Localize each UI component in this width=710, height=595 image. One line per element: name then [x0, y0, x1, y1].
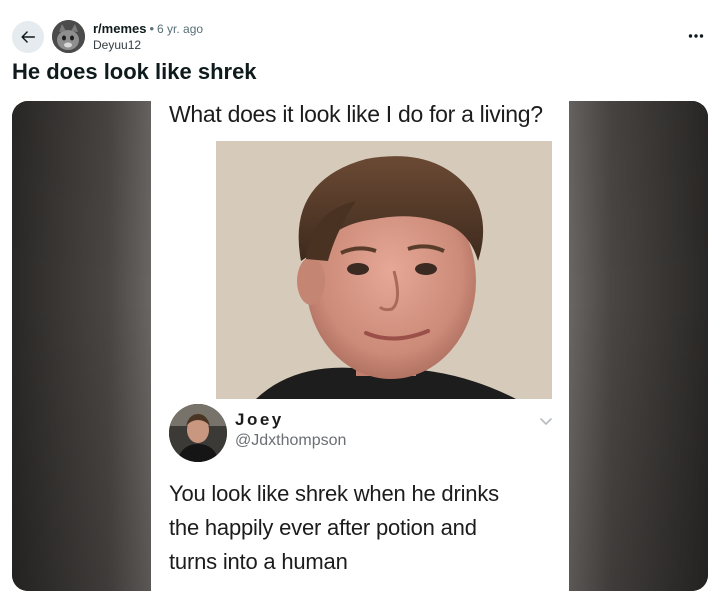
tweet-author-handle: @Jdxthompson — [235, 432, 347, 449]
cat-avatar-image — [52, 20, 85, 53]
chevron-down-icon — [540, 418, 552, 425]
tweet-text-line: turns into a human — [169, 549, 348, 574]
tweet-author-name: Joey — [235, 410, 284, 429]
arrow-left-icon — [21, 31, 36, 43]
subreddit-link[interactable]: r/memes — [93, 21, 146, 36]
post-media[interactable]: What does it look like I do for a living… — [12, 101, 708, 591]
tweet-avatar-illustration — [169, 404, 227, 462]
meta-separator: • — [149, 21, 155, 36]
tweet-author-avatar — [169, 404, 227, 462]
tweet-text: You look like shrek when he drinks the h… — [169, 477, 559, 579]
post-header: r/memes • 6 yr. ago Deyuu12 — [0, 0, 710, 60]
ellipsis-icon — [688, 34, 704, 38]
post-title: He does look like shrek — [12, 59, 257, 84]
selfie-illustration — [216, 141, 552, 399]
selfie-photo — [216, 141, 552, 399]
meme-question-text: What does it look like I do for a living… — [169, 101, 543, 127]
post-time: 6 yr. ago — [157, 22, 204, 36]
post-meta: r/memes • 6 yr. ago Deyuu12 — [93, 21, 203, 53]
more-options-button[interactable] — [684, 26, 708, 46]
tweet-text-line: You look like shrek when he drinks — [169, 481, 499, 506]
subreddit-avatar[interactable] — [52, 20, 85, 53]
tweet-text-line: the happily ever after potion and — [169, 515, 477, 540]
author-username[interactable]: Deyuu12 — [93, 37, 203, 53]
back-button[interactable] — [12, 21, 44, 53]
meme-image: What does it look like I do for a living… — [151, 101, 569, 591]
